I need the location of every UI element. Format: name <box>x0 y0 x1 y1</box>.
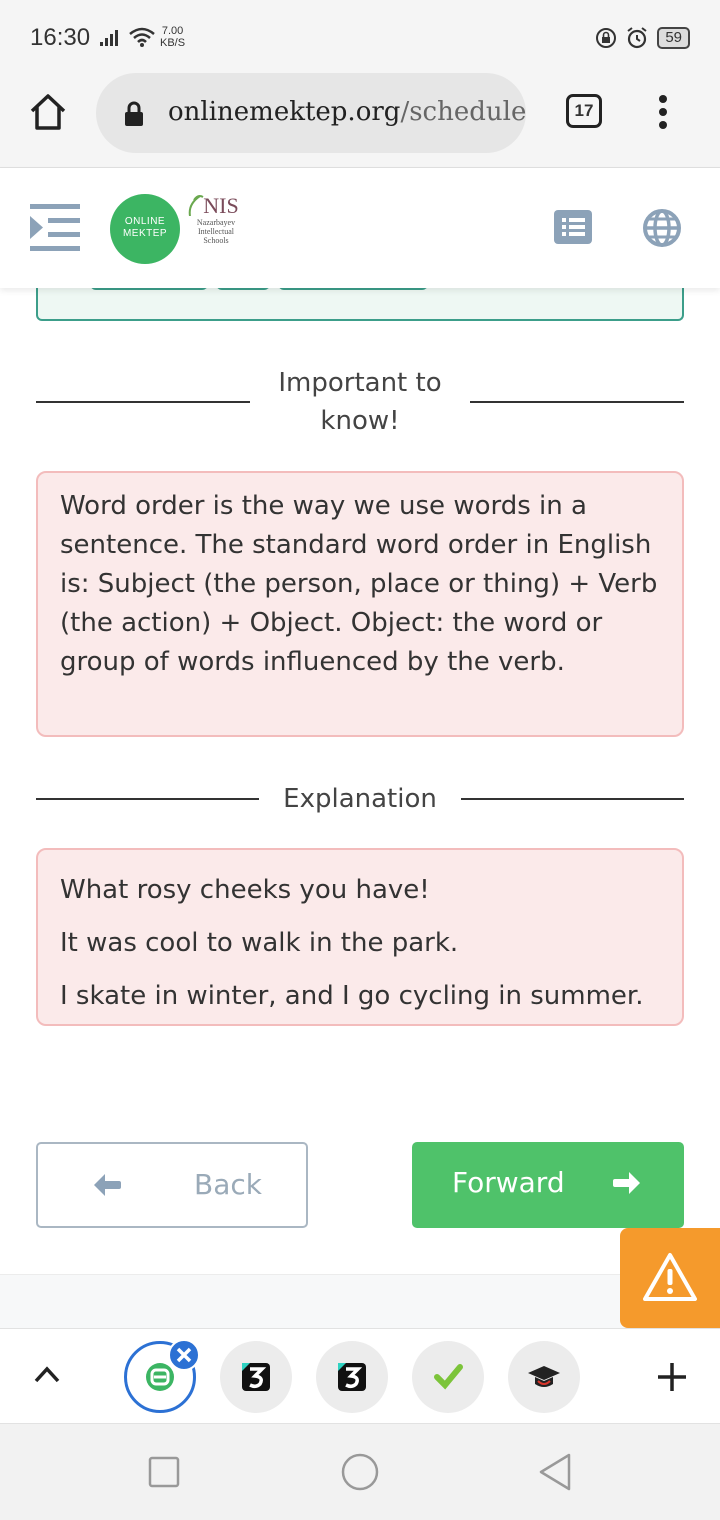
explanation-heading-divider: Explanation <box>36 780 685 818</box>
close-icon <box>176 1347 192 1363</box>
graduation-cap-icon <box>528 1366 560 1387</box>
explanation-line: What rosy cheeks you have! <box>60 875 430 905</box>
status-time: 16:30 <box>30 24 91 51</box>
important-text: Word order is the way we use words in a … <box>60 491 658 677</box>
tab-switcher-button[interactable]: 17 <box>566 94 602 128</box>
browser-toolbar: onlinemektep.org/schedule 17 <box>0 72 720 168</box>
url-host: onlinemektep.org <box>168 97 401 127</box>
arrow-right-icon <box>613 1172 640 1194</box>
explanation-heading: Explanation <box>283 784 437 814</box>
signal-icon <box>100 30 118 46</box>
important-info-box: Word order is the way we use words in a … <box>36 471 684 737</box>
tab-item[interactable] <box>220 1341 292 1413</box>
logo-online-line1: ONLINE <box>124 216 166 227</box>
important-heading: Important to know! <box>278 368 442 436</box>
menu-toggle-icon[interactable] <box>30 204 80 252</box>
close-tab-button[interactable] <box>168 1339 200 1371</box>
forward-label: Forward <box>452 1166 565 1199</box>
divider-line <box>36 798 260 800</box>
nis-leaf-icon <box>188 195 204 216</box>
url-path: /schedule <box>400 97 526 127</box>
address-bar[interactable]: onlinemektep.org/schedule <box>96 73 526 153</box>
back-triangle-icon[interactable] <box>538 1453 572 1491</box>
arrow-left-icon <box>94 1174 121 1196</box>
network-speed: 7.00 KB/S <box>160 25 185 49</box>
checkmark-icon <box>434 1364 463 1390</box>
nis-logo[interactable]: NIS Nazarbayev Intellectual Schools <box>186 194 246 245</box>
tab-item[interactable] <box>412 1341 484 1413</box>
report-problem-button[interactable] <box>620 1228 720 1328</box>
more-options-icon[interactable] <box>655 94 671 130</box>
forward-button[interactable]: Forward <box>412 1142 684 1228</box>
home-circle-icon[interactable] <box>341 1453 379 1491</box>
alarm-icon <box>627 27 647 49</box>
three-app-icon <box>242 1363 270 1391</box>
online-mektep-logo[interactable]: ONLINE MEKTEP <box>110 194 180 264</box>
new-tab-icon[interactable] <box>656 1361 688 1393</box>
wifi-icon <box>129 27 155 47</box>
nis-sub-3: Schools <box>203 236 229 245</box>
tab-strip <box>0 1328 720 1424</box>
status-icons: 59 <box>595 26 690 50</box>
important-heading-divider: Important to know! <box>36 364 684 440</box>
network-speed-value: 7.00 <box>161 25 184 37</box>
three-app-icon <box>338 1363 366 1391</box>
lock-rotation-icon <box>596 28 617 48</box>
system-navigation-bar <box>0 1424 720 1520</box>
divider-line <box>470 401 684 403</box>
warning-icon <box>643 1253 697 1301</box>
site-header: ONLINE MEKTEP NIS Nazarbayev Intellectua… <box>0 168 720 288</box>
recents-icon[interactable] <box>148 1456 180 1488</box>
divider-line <box>36 401 250 403</box>
explanation-box: What rosy cheeks you have! It was cool t… <box>36 848 684 1026</box>
nis-sub-1: Nazarbayev <box>196 218 236 227</box>
chevron-up-icon[interactable] <box>34 1365 60 1383</box>
tab-item[interactable] <box>316 1341 388 1413</box>
divider-line <box>460 798 685 800</box>
explanation-line: It was cool to walk in the park. <box>60 928 459 958</box>
list-icon <box>562 218 585 236</box>
list-view-button[interactable] <box>554 210 592 244</box>
status-bar: 16:30 7.00 KB/S 59 <box>0 0 720 72</box>
home-icon[interactable] <box>28 92 68 132</box>
explanation-line: I skate in winter, and I go cycling in s… <box>60 981 644 1011</box>
url-text: onlinemektep.org/schedule <box>168 97 526 127</box>
nis-sub-2: Intellectual <box>198 227 234 236</box>
tab-item[interactable] <box>508 1341 580 1413</box>
globe-icon[interactable] <box>642 208 682 248</box>
battery-indicator: 59 <box>657 27 690 49</box>
back-label: Back <box>194 1168 262 1201</box>
lock-icon <box>125 101 143 126</box>
logo-online-line2: MEKTEP <box>122 228 168 239</box>
network-speed-unit: KB/S <box>160 37 186 49</box>
page-footer-strip <box>0 1274 720 1328</box>
back-button[interactable]: Back <box>36 1142 308 1228</box>
